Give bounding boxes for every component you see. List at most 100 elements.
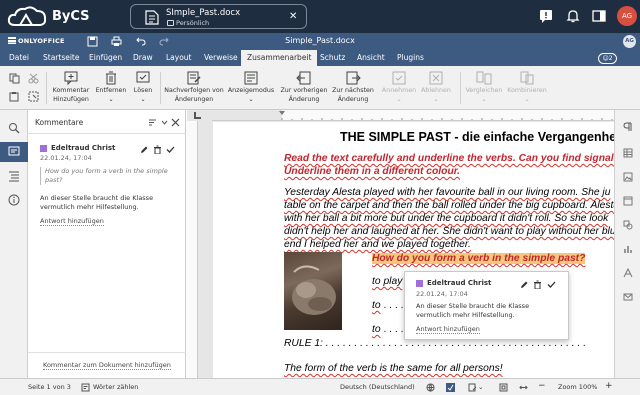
tab-plugins[interactable]: Plugins [391, 50, 430, 66]
tab-schutz[interactable]: Schutz [314, 50, 351, 66]
display-mode-button[interactable]: Anzeigemodus ⌄ [226, 70, 276, 108]
display-mode-icon [244, 71, 258, 85]
chevron-down-icon[interactable]: ⌄ [478, 383, 483, 391]
resolve-check-icon[interactable] [166, 145, 175, 154]
edit-icon[interactable] [140, 145, 149, 154]
tab-ansicht[interactable]: Ansicht [351, 50, 391, 66]
track-changes-button[interactable]: Nachverfolgen von Änderungen [164, 70, 224, 108]
close-tab-icon[interactable]: ✕ [289, 11, 297, 22]
rail-comments[interactable] [0, 142, 28, 162]
shape-settings-icon[interactable] [623, 220, 633, 230]
header-footer-icon[interactable] [623, 196, 633, 206]
accept-change-button[interactable]: Annehmen ⌄ [380, 70, 418, 108]
editor-user-avatar[interactable]: AG [623, 35, 636, 48]
rule-label: RULE 1: [284, 338, 323, 349]
track-changes-status-icon[interactable] [468, 383, 477, 392]
add-comment-button[interactable]: Kommentar Hinzufügen [50, 70, 92, 108]
select-all-icon[interactable] [28, 91, 39, 102]
sidebar-toggle-icon[interactable] [592, 9, 606, 23]
rail-info[interactable] [0, 190, 28, 210]
reply-link[interactable]: Antwort hinzufügen [40, 217, 104, 226]
tab-zusammenarbeit[interactable]: Zusammenarbeit [241, 50, 318, 66]
sort-icon[interactable] [148, 118, 157, 127]
accept-icon [392, 71, 406, 85]
fit-page-icon[interactable] [499, 383, 508, 392]
remove-comment-button[interactable]: Entfernen ⌄ [92, 70, 130, 108]
navigation-icon [9, 171, 19, 182]
vertical-ruler[interactable] [187, 121, 198, 378]
next-change-button[interactable]: Zur nächsten Änderung [330, 70, 376, 108]
word-count-icon[interactable] [81, 383, 90, 392]
tab-subtitle-text: Persönlich [176, 19, 210, 27]
page-indicator[interactable]: Seite 1 von 3 [28, 383, 71, 391]
tab-title: SImple_Past.docx [166, 8, 241, 18]
chart-settings-icon[interactable] [623, 244, 633, 254]
reject-change-button[interactable]: Ablehnen ⌄ [418, 70, 454, 108]
previous-change-button[interactable]: Zur vorherigen Änderung [280, 70, 328, 108]
add-comment-label-1: Kommentar [52, 87, 90, 94]
reject-label: Ablehnen [421, 87, 451, 94]
tab-einfuegen[interactable]: Einfügen [83, 50, 128, 66]
document-tab[interactable]: SImple_Past.docx Persönlich ✕ [130, 4, 307, 29]
mail-merge-icon[interactable] [623, 292, 633, 302]
comments-icon [8, 146, 20, 156]
chevron-down-icon[interactable] [160, 118, 169, 127]
bycs-brand-text: ByCS [52, 9, 90, 24]
rail-navigation[interactable] [0, 166, 28, 186]
user-avatar[interactable]: AG [617, 6, 637, 26]
author-color-swatch [416, 280, 423, 287]
paragraph-settings-icon[interactable] [623, 122, 633, 132]
bycs-logo[interactable]: ByCS [6, 3, 106, 30]
resolve-check-icon[interactable] [547, 280, 556, 289]
popup-text: An dieser Stelle braucht die Klasse verm… [416, 302, 530, 319]
cloud-logo-icon [7, 6, 47, 26]
cat-photo[interactable] [284, 252, 342, 330]
globe-icon[interactable] [426, 383, 435, 392]
text-art-icon[interactable] [623, 268, 633, 278]
zoom-level[interactable]: Zoom 100% [558, 383, 597, 391]
combine-button[interactable]: Kombinieren ⌄ [506, 70, 548, 108]
delete-icon[interactable] [153, 145, 162, 154]
highlighted-question[interactable]: How do you form a verb in the simple pas… [372, 253, 586, 264]
track-changes-label-1: Nachverfolgen von [164, 87, 224, 94]
next-change-label-2: Änderung [337, 95, 369, 103]
copy-icon[interactable] [9, 73, 20, 84]
tab-draw[interactable]: Draw [127, 50, 159, 66]
tab-verweise[interactable]: Verweise [198, 50, 244, 66]
delete-icon[interactable] [533, 280, 542, 289]
to-line-1-text: to play [372, 276, 403, 287]
cat-image-icon [292, 265, 336, 315]
dropdown-arrow-icon: ⌄ [433, 95, 439, 103]
zoom-out-icon[interactable]: − [538, 381, 546, 391]
compare-button[interactable]: Vergleichen ⌄ [464, 70, 504, 108]
add-document-comment-link[interactable]: Kommentar zum Dokument hinzufügen [43, 361, 171, 370]
image-settings-icon[interactable] [623, 172, 633, 182]
resolve-comment-button[interactable]: Lösen ⌄ [130, 70, 156, 108]
edit-icon[interactable] [520, 280, 529, 289]
close-icon[interactable] [171, 118, 180, 127]
next-change-label-1: Zur nächsten [332, 87, 374, 94]
zoom-in-icon[interactable]: + [605, 381, 613, 391]
ruler-ticks-icon [212, 110, 613, 120]
bell-icon[interactable] [566, 9, 580, 23]
paste-icon[interactable] [9, 91, 20, 102]
feedback-icon[interactable] [539, 9, 553, 23]
ruler-corner[interactable] [187, 110, 212, 121]
tab-datei[interactable]: Datei [3, 50, 35, 66]
to-line-3-text: to [372, 324, 381, 335]
tab-layout[interactable]: Layout [160, 50, 198, 66]
table-settings-icon[interactable] [623, 148, 633, 158]
fit-width-icon[interactable] [519, 383, 528, 392]
combine-icon [520, 71, 534, 85]
users-badge[interactable]: ☺2 [598, 53, 617, 64]
word-count-label[interactable]: Wörter zählen [93, 383, 138, 391]
cut-icon[interactable] [28, 73, 39, 84]
rail-search[interactable] [0, 118, 28, 138]
language-selector[interactable]: Deutsch (Deutschland) [340, 383, 415, 391]
tab-startseite[interactable]: Startseite [37, 50, 85, 66]
spellcheck-icon[interactable] [446, 383, 455, 392]
horizontal-ruler[interactable] [212, 110, 614, 121]
dropdown-arrow-icon: ⌄ [140, 95, 146, 103]
dropdown-arrow-icon: ⌄ [524, 95, 530, 103]
popup-reply-link[interactable]: Antwort hinzufügen [416, 325, 480, 334]
